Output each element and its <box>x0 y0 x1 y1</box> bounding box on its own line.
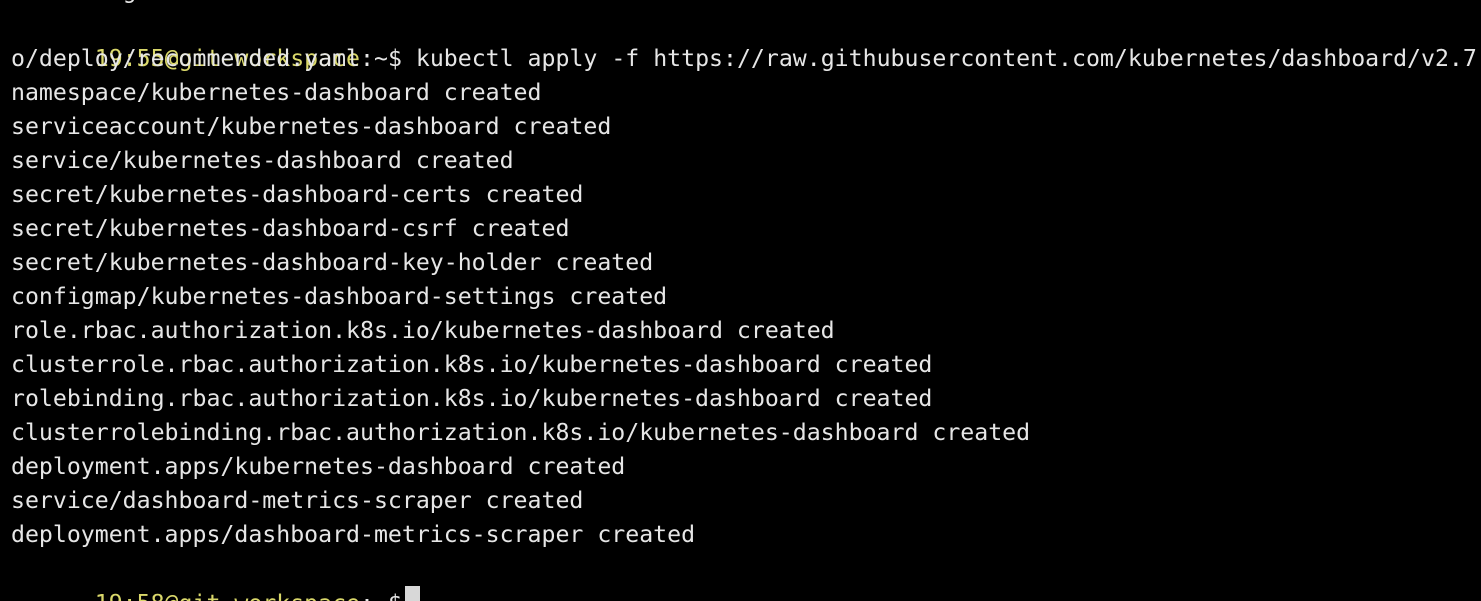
prompt-host: @git-workspace <box>165 590 360 601</box>
output-line: clusterrole.rbac.authorization.k8s.io/ku… <box>11 351 933 378</box>
text-cursor[interactable] <box>404 586 420 601</box>
output-line: configmap/kubernetes-dashboard-settings … <box>11 283 668 310</box>
output-line: deployment.apps/dashboard-metrics-scrape… <box>11 521 696 548</box>
terminal-window[interactable]: kubectl get nodes -o wide 19:55@git-work… <box>0 0 1481 601</box>
output-line: deployment.apps/kubernetes-dashboard cre… <box>11 453 626 480</box>
output-line: clusterrolebinding.rbac.authorization.k8… <box>11 419 1031 446</box>
output-line: namespace/kubernetes-dashboard created <box>11 79 542 106</box>
output-line: secret/kubernetes-dashboard-key-holder c… <box>11 249 654 276</box>
output-line: role.rbac.authorization.k8s.io/kubernete… <box>11 317 835 344</box>
prompt-symbol: :~$ <box>360 45 402 72</box>
output-line: secret/kubernetes-dashboard-csrf created <box>11 215 570 242</box>
command-text: kubectl apply -f https://raw.githubuserc… <box>401 45 1481 72</box>
prompt-symbol: :~$ <box>360 590 402 601</box>
output-line: rolebinding.rbac.authorization.k8s.io/ku… <box>11 385 933 412</box>
output-line: secret/kubernetes-dashboard-certs create… <box>11 181 584 208</box>
command-line: 19:55@git-workspace:~$ kubectl apply -f … <box>11 8 1481 72</box>
terminal-output: 19:55@git-workspace:~$ kubectl apply -f … <box>11 8 1481 601</box>
clipped-previous-line: kubectl get nodes -o wide <box>11 0 360 8</box>
output-line: serviceaccount/kubernetes-dashboard crea… <box>11 113 612 140</box>
input-line[interactable]: 19:58@git-workspace:~$ <box>11 552 1481 601</box>
output-line: service/kubernetes-dashboard created <box>11 147 514 174</box>
output-line: service/dashboard-metrics-scraper create… <box>11 487 584 514</box>
prompt-time: 19:58 <box>95 590 165 601</box>
